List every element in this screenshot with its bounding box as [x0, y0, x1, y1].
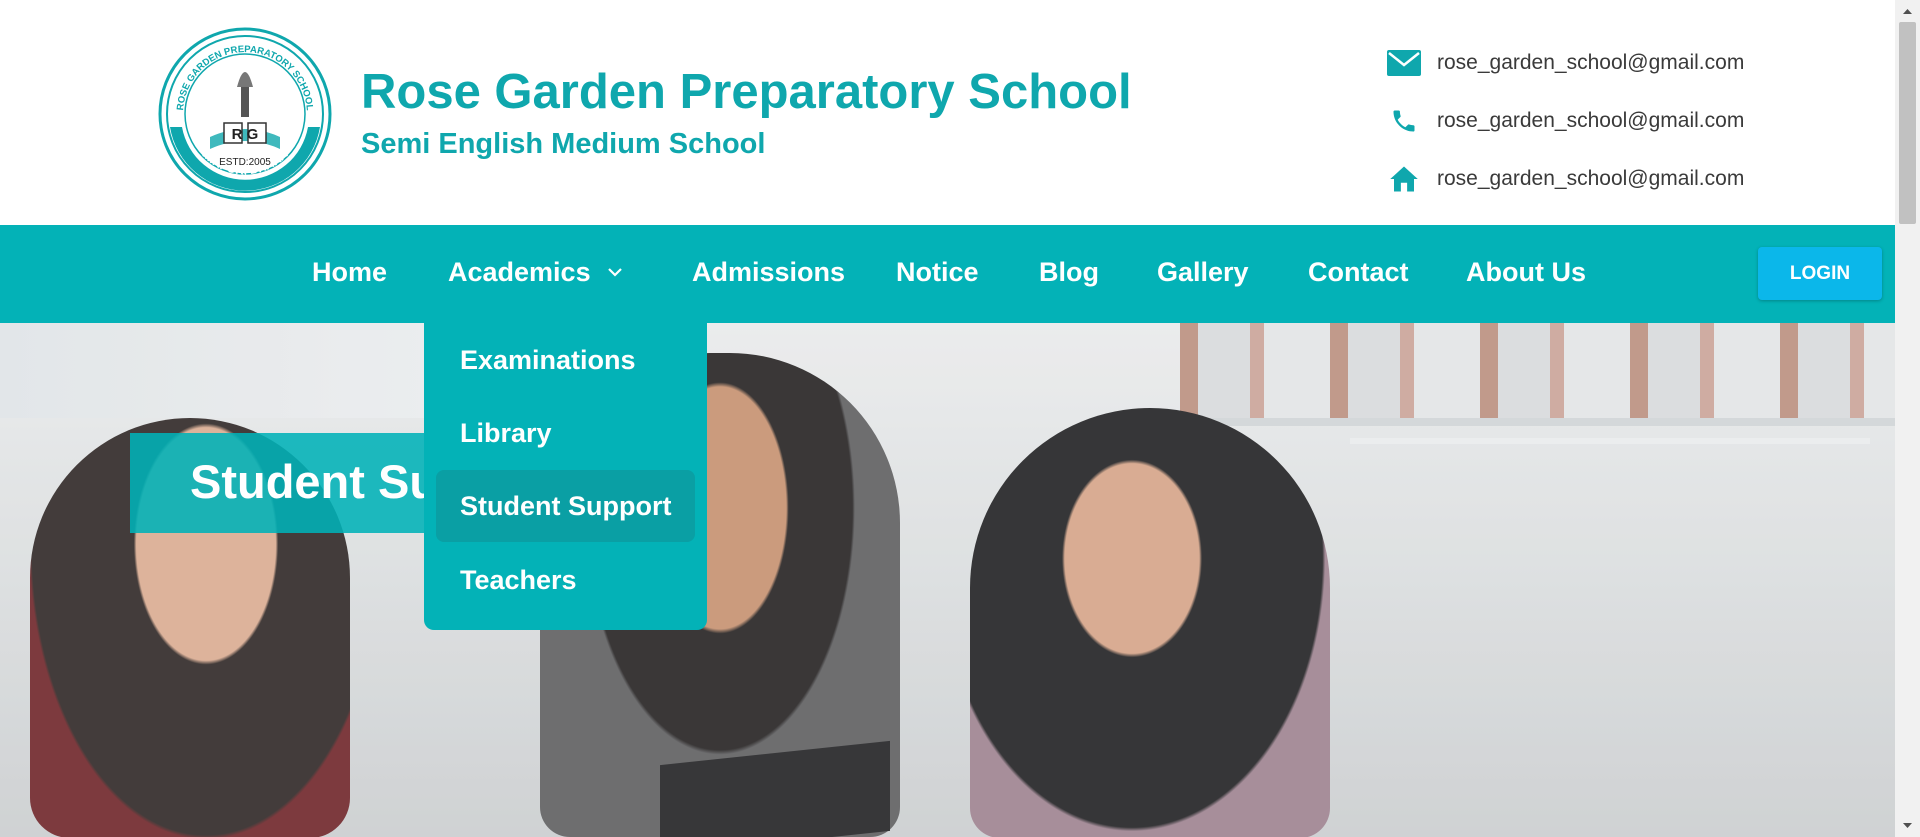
home-icon	[1385, 162, 1423, 196]
nav-gallery[interactable]: Gallery	[1157, 257, 1249, 288]
site-subtitle: Semi English Medium School	[361, 128, 766, 160]
mail-icon	[1385, 46, 1423, 80]
contact-phone-text: rose_garden_school@gmail.com	[1437, 109, 1745, 132]
contact-address[interactable]: rose_garden_school@gmail.com	[1385, 162, 1744, 196]
scroll-up-icon[interactable]	[1900, 4, 1915, 19]
site-header: ROSE GARDEN PREPARATORY SCHOOL MIRPUR, D…	[0, 0, 1895, 225]
contact-email-text: rose_garden_school@gmail.com	[1437, 51, 1745, 74]
nav-about-us[interactable]: About Us	[1466, 257, 1586, 288]
scroll-down-icon[interactable]	[1900, 818, 1915, 833]
contact-email[interactable]: rose_garden_school@gmail.com	[1385, 46, 1744, 80]
hero-banner	[0, 323, 1895, 837]
dropdown-item-teachers[interactable]: Teachers	[436, 544, 695, 616]
dropdown-item-library[interactable]: Library	[436, 397, 695, 469]
nav-admissions[interactable]: Admissions	[692, 257, 845, 288]
nav-contact[interactable]: Contact	[1308, 257, 1409, 288]
phone-icon	[1385, 104, 1423, 138]
nav-academics[interactable]: Academics	[448, 257, 591, 288]
nav-blog[interactable]: Blog	[1039, 257, 1099, 288]
hero-overlay	[0, 323, 1895, 837]
nav-home[interactable]: Home	[312, 257, 387, 288]
scrollbar-thumb[interactable]	[1899, 22, 1916, 224]
dropdown-item-examinations[interactable]: Examinations	[436, 324, 695, 396]
svg-text:ESTD:2005: ESTD:2005	[219, 157, 271, 168]
dropdown-item-student-support[interactable]: Student Support	[436, 470, 695, 542]
site-title[interactable]: Rose Garden Preparatory School	[361, 64, 1132, 120]
school-logo[interactable]: ROSE GARDEN PREPARATORY SCHOOL MIRPUR, D…	[158, 27, 332, 201]
contact-phone[interactable]: rose_garden_school@gmail.com	[1385, 104, 1744, 138]
login-button[interactable]: LOGIN	[1758, 247, 1882, 300]
nav-notice[interactable]: Notice	[896, 257, 979, 288]
contact-address-text: rose_garden_school@gmail.com	[1437, 167, 1745, 190]
chevron-down-icon[interactable]	[605, 262, 625, 282]
svg-text:R G: R G	[232, 126, 259, 143]
